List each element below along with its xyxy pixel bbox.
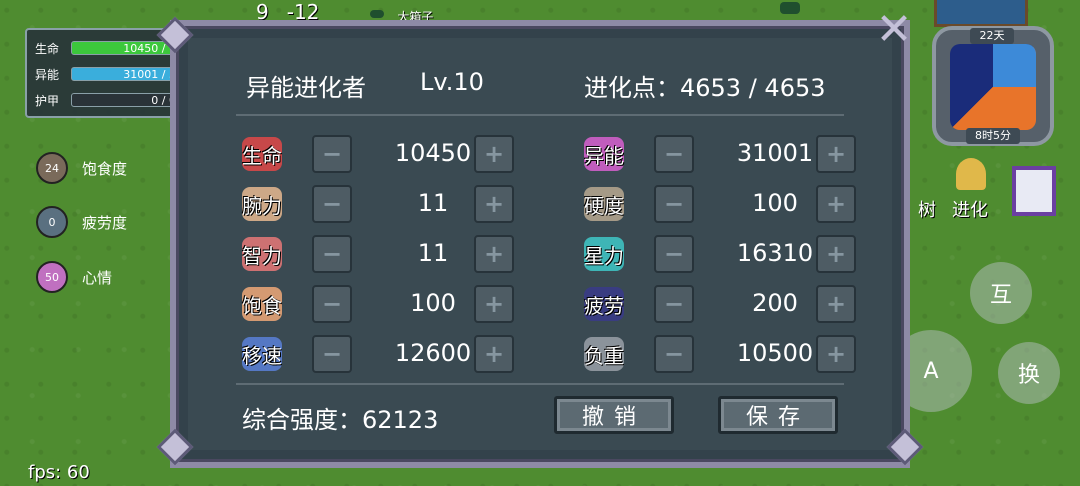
increase-button[interactable]: + <box>474 285 514 323</box>
weight-icon: 负重 <box>580 333 628 375</box>
close-button[interactable]: ✕ <box>870 8 918 56</box>
save-button[interactable]: 保存 <box>718 396 838 434</box>
need-mood: 50 心情 <box>36 261 112 293</box>
decrease-button[interactable]: − <box>654 135 694 173</box>
attribute-name: 生命 <box>242 143 282 168</box>
increase-button[interactable]: + <box>474 185 514 223</box>
attribute-name: 异能 <box>584 143 624 168</box>
energy-value: 31001 / 3 <box>123 68 176 81</box>
armor-bar: 0 / 0 <box>71 93 181 107</box>
increase-button[interactable]: + <box>474 235 514 273</box>
increase-button[interactable]: + <box>474 135 514 173</box>
scroll-icon[interactable] <box>1012 166 1056 216</box>
star-icon: 异能 <box>580 133 628 175</box>
energy-row: 异能 31001 / 3 <box>35 64 181 84</box>
hunger-icon: 24 <box>36 152 68 184</box>
armor-icon: 硬度 <box>580 183 628 225</box>
increase-button[interactable]: + <box>816 335 856 373</box>
tree-label[interactable]: 树 <box>918 196 936 222</box>
tree-decor <box>780 2 800 14</box>
attribute-name: 智力 <box>242 243 282 268</box>
increase-button[interactable]: + <box>816 285 856 323</box>
energy-bar: 31001 / 3 <box>71 67 181 81</box>
decrease-button[interactable]: − <box>312 135 352 173</box>
decrease-button[interactable]: − <box>654 285 694 323</box>
meat-icon: 饱食 <box>238 283 286 325</box>
decrease-button[interactable]: − <box>312 285 352 323</box>
increase-button[interactable]: + <box>474 335 514 373</box>
attribute-name: 疲劳 <box>584 293 624 318</box>
decrease-button[interactable]: − <box>312 335 352 373</box>
undo-button[interactable]: 撤销 <box>554 396 674 434</box>
evolve-icon[interactable] <box>956 158 986 190</box>
total-label: 综合强度： <box>242 406 362 434</box>
clock-face-icon <box>950 44 1036 130</box>
attribute-name: 移速 <box>242 343 282 368</box>
level: Lv.10 <box>420 68 484 96</box>
decrease-button[interactable]: − <box>654 235 694 273</box>
armor-row: 护甲 0 / 0 <box>35 90 181 110</box>
mood-icon: 50 <box>36 261 68 293</box>
fps-counter: fps: 60 <box>28 462 90 483</box>
increase-button[interactable]: + <box>816 135 856 173</box>
points-value: 4653 / 4653 <box>680 74 826 102</box>
crystal-icon: 星力 <box>580 233 628 275</box>
increase-button[interactable]: + <box>816 185 856 223</box>
clock-time: 8时5分 <box>966 128 1020 144</box>
day-clock[interactable]: 22天 8时5分 <box>932 26 1054 146</box>
bat-icon: 疲劳 <box>580 283 628 325</box>
increase-button[interactable]: + <box>816 235 856 273</box>
brain-icon: 智力 <box>238 233 286 275</box>
total-value: 62123 <box>362 406 439 434</box>
swap-button[interactable]: 换 <box>998 342 1060 404</box>
decrease-button[interactable]: − <box>312 235 352 273</box>
need-label: 心情 <box>82 268 113 287</box>
status-panel: 生命 10450 / 1 异能 31001 / 3 护甲 0 / 0 <box>25 28 181 118</box>
evolution-points: 进化点：4653 / 4653 <box>584 68 826 103</box>
pond <box>934 0 1028 27</box>
need-label: 疲劳度 <box>82 213 128 232</box>
need-label: 饱食度 <box>82 159 128 178</box>
need-fatigue: 0 疲劳度 <box>36 206 127 238</box>
armor-label: 护甲 <box>35 93 60 108</box>
fist-icon: 腕力 <box>238 183 286 225</box>
decrease-button[interactable]: − <box>312 185 352 223</box>
evolve-label[interactable]: 进化 <box>952 196 988 222</box>
fatigue-icon: 0 <box>36 206 68 238</box>
need-hunger: 24 饱食度 <box>36 152 127 184</box>
heart-icon: 生命 <box>238 133 286 175</box>
hp-row: 生命 10450 / 1 <box>35 38 181 58</box>
energy-label: 异能 <box>35 67 60 82</box>
hp-label: 生命 <box>35 41 60 56</box>
total-strength: 综合强度：62123 <box>242 400 438 435</box>
attribute-name: 星力 <box>584 243 624 268</box>
interact-button[interactable]: 互 <box>970 262 1032 324</box>
wing-icon: 移速 <box>238 333 286 375</box>
class-name: 异能进化者 <box>246 74 366 102</box>
divider <box>236 383 844 385</box>
clock-day: 22天 <box>970 28 1014 44</box>
divider <box>236 114 844 116</box>
attribute-name: 硬度 <box>584 193 624 218</box>
attribute-name: 饱食 <box>242 293 282 318</box>
attribute-name: 腕力 <box>242 193 282 218</box>
attribute-name: 负重 <box>584 343 624 368</box>
decrease-button[interactable]: − <box>654 335 694 373</box>
points-label: 进化点： <box>584 74 680 102</box>
decrease-button[interactable]: − <box>654 185 694 223</box>
